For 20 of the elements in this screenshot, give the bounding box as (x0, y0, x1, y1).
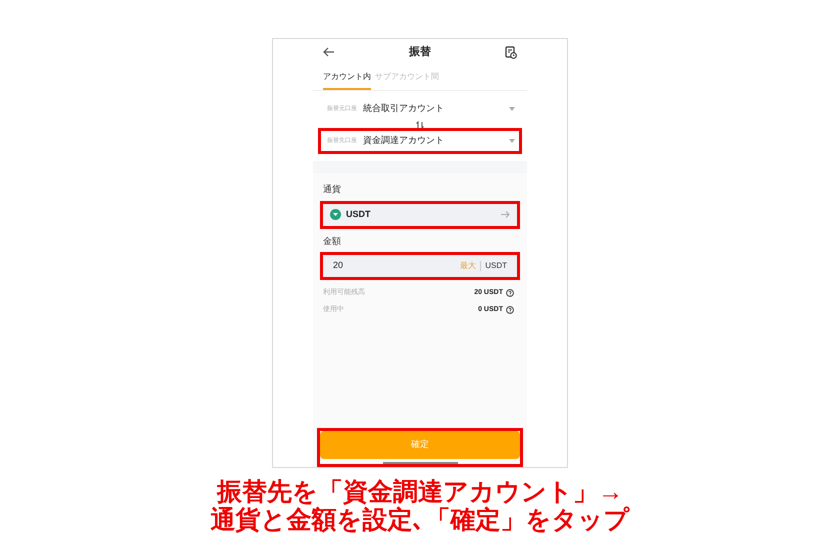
unit-label: USDT (485, 260, 507, 272)
help-icon[interactable] (506, 306, 514, 314)
amount-label: 金額 (323, 234, 342, 248)
coin-icon (330, 209, 341, 220)
currency-label: 通貨 (323, 183, 342, 196)
tab[interactable]: アカウント内 (323, 71, 371, 90)
help-icon[interactable] (506, 289, 514, 298)
account-name: 統合取引アカウント (363, 102, 445, 116)
account-name: 資金調達アカウント (363, 134, 445, 148)
history-icon[interactable] (505, 46, 517, 58)
back-arrow-icon[interactable] (323, 47, 335, 57)
dropdown-caret-icon (509, 107, 515, 111)
caption-text: 振替先を「資金調達アカウント」→ (217, 478, 623, 506)
caption-text: 通貨と金額を設定､「確定」をタップ (210, 506, 630, 534)
swap-icon[interactable] (416, 121, 424, 129)
amount-field[interactable]: 20 最大 USDT (323, 255, 517, 277)
dropdown-caret-icon (509, 139, 515, 143)
currency-selector[interactable]: USDT (323, 204, 517, 226)
arrow-right-icon (501, 211, 510, 218)
page-title: 振替 (409, 44, 431, 60)
